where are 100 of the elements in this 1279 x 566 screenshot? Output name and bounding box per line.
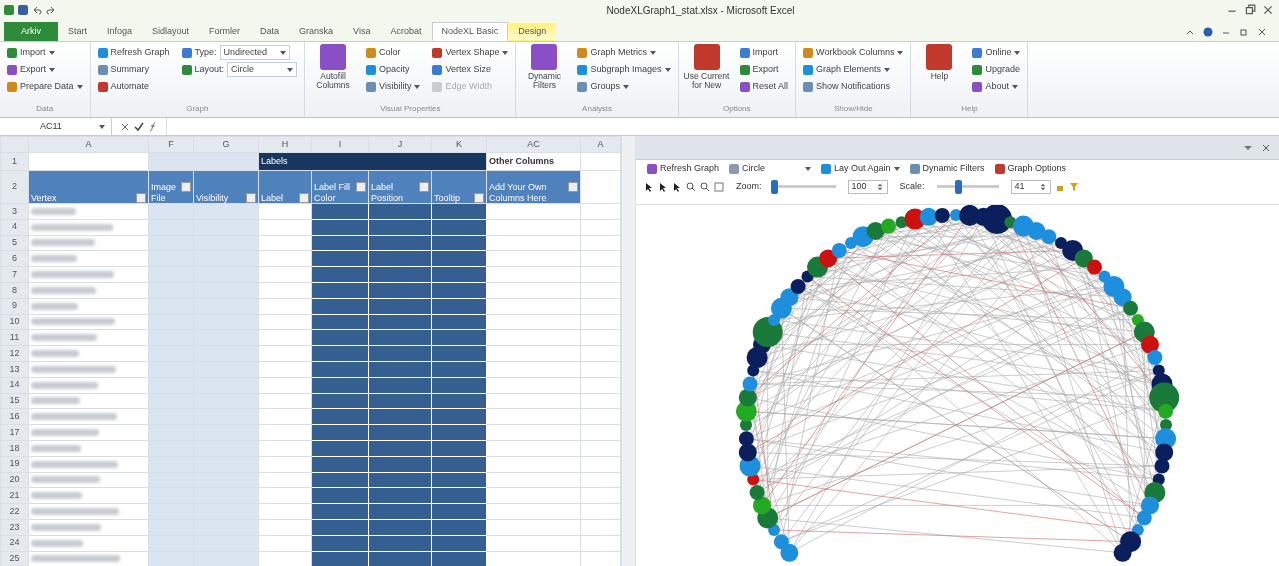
zoom-icon[interactable] bbox=[686, 181, 696, 192]
ribbon-button[interactable]: Import bbox=[5, 44, 85, 61]
ribbon-tab[interactable]: Infoga bbox=[97, 22, 143, 41]
slider-thumb[interactable] bbox=[770, 179, 778, 194]
column-header[interactable]: G bbox=[193, 136, 259, 153]
ribbon-button[interactable]: Refresh Graph bbox=[95, 44, 172, 61]
ribbon-button[interactable]: Show Notifications bbox=[801, 78, 906, 95]
toolbar-button[interactable]: Lay Out Again bbox=[818, 162, 903, 176]
ribbon-tab[interactable]: Sidlayout bbox=[142, 22, 200, 41]
square-icon bbox=[97, 64, 108, 75]
help-icon[interactable] bbox=[1203, 27, 1213, 37]
column-header[interactable]: J bbox=[368, 136, 432, 153]
spin-arrows-icon[interactable] bbox=[1038, 181, 1047, 192]
ribbon-tab[interactable]: Arkiv bbox=[4, 22, 58, 41]
caret-icon bbox=[623, 84, 629, 89]
column-header[interactable]: K bbox=[431, 136, 487, 153]
dropdown-field[interactable]: Undirected bbox=[219, 45, 290, 60]
ribbon-button[interactable]: About bbox=[970, 78, 1023, 95]
ribbon-button[interactable]: Import bbox=[737, 44, 791, 61]
filter-button[interactable] bbox=[568, 182, 578, 193]
ribbon-button[interactable]: Upgrade bbox=[970, 61, 1023, 78]
column-header[interactable]: A bbox=[28, 136, 149, 153]
window-title: NodeXLGraph1_stat.xlsx - Microsoft Excel bbox=[605, 3, 795, 18]
slider-label: Scale: bbox=[899, 179, 925, 193]
ribbon-button[interactable]: Automate bbox=[95, 78, 172, 95]
square-icon bbox=[803, 81, 814, 92]
ribbon-button[interactable]: Export bbox=[737, 61, 791, 78]
pointer-icon[interactable] bbox=[672, 181, 682, 192]
square-icon bbox=[994, 163, 1005, 174]
ribbon-tab[interactable]: Granska bbox=[289, 22, 344, 41]
ribbon-button[interactable]: Summary bbox=[95, 61, 172, 78]
ribbon-button[interactable]: Online bbox=[970, 44, 1023, 61]
filter-button[interactable] bbox=[299, 192, 309, 203]
column-header[interactable]: H bbox=[258, 136, 312, 153]
ribbon-button[interactable]: Groups bbox=[575, 78, 673, 95]
name-box[interactable]: AC11 bbox=[0, 118, 112, 135]
ribbon-button[interactable]: Subgraph Images bbox=[575, 61, 673, 78]
ribbon-button[interactable]: Graph Elements bbox=[801, 61, 906, 78]
ribbon-button[interactable]: Color bbox=[364, 44, 423, 61]
redo-icon[interactable] bbox=[46, 5, 56, 15]
column-header[interactable]: F bbox=[148, 136, 194, 153]
filter-button[interactable] bbox=[356, 182, 366, 193]
ribbon-button[interactable]: Dynamic Filters bbox=[521, 44, 568, 91]
ribbon-button[interactable]: Workbook Columns bbox=[801, 44, 906, 61]
spin-field[interactable]: 100 bbox=[847, 179, 888, 194]
blurred-text-bar bbox=[31, 429, 99, 437]
cancel-icon[interactable] bbox=[120, 121, 130, 132]
ribbon-button[interactable]: Export bbox=[5, 61, 85, 78]
ribbon-tab[interactable]: Design bbox=[508, 22, 557, 41]
ribbon-button[interactable]: Use Current for New bbox=[683, 44, 730, 91]
column-header[interactable]: A bbox=[580, 136, 621, 153]
caret-icon bbox=[893, 166, 900, 171]
undo-icon[interactable] bbox=[32, 5, 42, 15]
check-icon[interactable] bbox=[134, 121, 144, 132]
ribbon-tab[interactable]: Formler bbox=[199, 22, 251, 41]
filter-button[interactable] bbox=[136, 192, 146, 203]
ribbon-tab[interactable]: Visa bbox=[343, 22, 381, 41]
spin-arrows-icon[interactable] bbox=[875, 181, 884, 192]
spin-field[interactable]: 41 bbox=[1010, 179, 1051, 194]
slider-thumb[interactable] bbox=[955, 179, 963, 194]
ribbon-tab[interactable]: Start bbox=[58, 22, 97, 41]
ribbon-tab[interactable]: Data bbox=[250, 22, 290, 41]
dropdown-field[interactable]: Circle bbox=[227, 62, 298, 77]
square-icon bbox=[803, 47, 814, 58]
filter-button[interactable] bbox=[474, 192, 484, 203]
blurred-text-bar bbox=[31, 397, 80, 405]
column-header[interactable]: AC bbox=[486, 136, 581, 153]
pointer-icon[interactable] bbox=[644, 181, 654, 192]
close-icon[interactable] bbox=[1261, 142, 1271, 153]
ribbon-button[interactable]: Visibility bbox=[364, 78, 423, 95]
ribbon-button[interactable]: Autofill Columns bbox=[310, 44, 357, 91]
ribbon-button[interactable]: Help bbox=[916, 44, 963, 82]
column-header[interactable]: I bbox=[311, 136, 369, 153]
ribbon-button[interactable]: Prepare Data bbox=[5, 78, 85, 95]
ribbon-button[interactable]: Reset All bbox=[737, 78, 791, 95]
square-icon bbox=[181, 47, 192, 58]
ribbon-button[interactable]: Opacity bbox=[364, 61, 423, 78]
layout-combo[interactable]: Circle bbox=[726, 162, 815, 176]
pointer-icon[interactable] bbox=[658, 181, 668, 192]
toolbar-button[interactable]: Refresh Graph bbox=[644, 162, 723, 176]
restore-icon[interactable] bbox=[1243, 4, 1257, 16]
group-label: Analysis bbox=[581, 103, 613, 115]
toolbar-button[interactable]: Dynamic Filters bbox=[906, 162, 988, 176]
ribbon-tab[interactable]: NodeXL Basic bbox=[431, 22, 509, 41]
field-label: Layout: bbox=[194, 62, 225, 76]
zoom-icon[interactable] bbox=[700, 181, 710, 192]
filter-button[interactable] bbox=[419, 182, 429, 193]
restore-icon[interactable] bbox=[1239, 27, 1249, 37]
ribbon-button[interactable]: Vertex Shape bbox=[430, 44, 511, 61]
filter-button[interactable] bbox=[181, 182, 191, 193]
slider-label: Zoom: bbox=[736, 179, 762, 193]
vertical-scrollbar[interactable] bbox=[621, 136, 635, 566]
filter-button[interactable] bbox=[246, 192, 256, 203]
toolbar-button[interactable]: Graph Options bbox=[991, 162, 1070, 176]
ribbon-tab[interactable]: Acrobat bbox=[380, 22, 432, 41]
ribbon-button[interactable]: Vertex Size bbox=[430, 61, 511, 78]
ribbon-button[interactable]: Graph Metrics bbox=[575, 44, 673, 61]
close-icon[interactable] bbox=[1261, 4, 1275, 16]
square-icon bbox=[972, 47, 983, 58]
close-icon[interactable] bbox=[1257, 27, 1267, 37]
